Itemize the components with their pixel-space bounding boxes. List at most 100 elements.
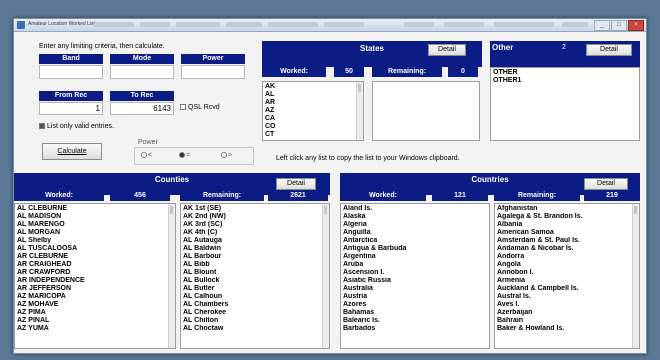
list-item[interactable]: Anguilla (343, 229, 487, 237)
calculate-button[interactable]: Calculate (42, 143, 102, 160)
states-remaining-list[interactable] (372, 81, 480, 141)
list-item[interactable]: Bahrain (497, 317, 637, 325)
list-item[interactable]: AL MORGAN (17, 229, 173, 237)
power-field[interactable] (181, 65, 245, 79)
list-item[interactable]: AL Blount (183, 269, 327, 277)
to-rec-field[interactable]: 6143 (110, 102, 174, 115)
list-item[interactable]: AZ MOHAVE (17, 301, 173, 309)
other-list[interactable]: OTHER OTHER1 (490, 67, 640, 141)
list-item[interactable]: AL Choctaw (183, 325, 327, 333)
list-item[interactable]: OTHER (493, 69, 637, 77)
scrollbar[interactable] (356, 82, 363, 140)
list-item[interactable]: AR INDEPENDENCE (17, 277, 173, 285)
scrollbar[interactable] (632, 204, 639, 348)
list-item[interactable]: AZ MARICOPA (17, 293, 173, 301)
list-item[interactable]: CA (265, 115, 361, 123)
list-item[interactable]: AL Bibb (183, 261, 327, 269)
list-item[interactable]: Baker & Howland Is. (497, 325, 637, 333)
countries-remaining-list[interactable]: Afghanistan Agalega & St. Brandon Is. Al… (494, 203, 640, 349)
list-item[interactable]: Austria (343, 293, 487, 301)
list-item[interactable]: Annobon I. (497, 269, 637, 277)
close-button[interactable]: × (628, 20, 644, 31)
list-item[interactable]: OTHER1 (493, 77, 637, 85)
qsl-rcvd-checkbox[interactable]: QSL Rcvd (180, 104, 220, 111)
list-item[interactable]: Agalega & St. Brandon Is. (497, 213, 637, 221)
list-item[interactable]: Austral Is. (497, 293, 637, 301)
minimize-button[interactable]: _ (594, 20, 610, 31)
list-item[interactable]: Auckland & Campbell Is. (497, 285, 637, 293)
list-item[interactable]: Antigua & Barbuda (343, 245, 487, 253)
list-item[interactable]: AR CRAIGHEAD (17, 261, 173, 269)
list-item[interactable]: AZ YUMA (17, 325, 173, 333)
countries-worked-list[interactable]: Aland Is. Alaska Algeria Anguilla Antarc… (340, 203, 490, 349)
list-item[interactable]: Alaska (343, 213, 487, 221)
list-item[interactable]: AK (265, 83, 361, 91)
counties-detail-button[interactable]: Detail (276, 178, 316, 190)
list-item[interactable]: AK 3rd (SC) (183, 221, 327, 229)
list-item[interactable]: Amsterdam & St. Paul Is. (497, 237, 637, 245)
list-item[interactable]: AZ PIMA (17, 309, 173, 317)
list-item[interactable]: AL Cherokee (183, 309, 327, 317)
list-item[interactable]: Azores (343, 301, 487, 309)
list-item[interactable]: Australia (343, 285, 487, 293)
band-field[interactable] (39, 65, 103, 79)
list-item[interactable]: AK 2nd (NW) (183, 213, 327, 221)
list-item[interactable]: Antarctica (343, 237, 487, 245)
list-item[interactable]: AL Autauga (183, 237, 327, 245)
list-item[interactable]: Andorra (497, 253, 637, 261)
states-detail-button[interactable]: Detail (428, 44, 466, 56)
power-lt-radio[interactable]: < (141, 152, 152, 159)
list-item[interactable]: AL Calhoun (183, 293, 327, 301)
list-item[interactable]: Afghanistan (497, 205, 637, 213)
list-item[interactable]: American Samoa (497, 229, 637, 237)
list-item[interactable]: AK 4th (C) (183, 229, 327, 237)
list-item[interactable]: Aves I. (497, 301, 637, 309)
list-item[interactable]: Barbados (343, 325, 487, 333)
counties-remaining-list[interactable]: AK 1st (SE) AK 2nd (NW) AK 3rd (SC) AK 4… (180, 203, 330, 349)
list-item[interactable]: Albania (497, 221, 637, 229)
power-gt-radio[interactable]: > (221, 152, 232, 159)
list-item[interactable]: Ascension I. (343, 269, 487, 277)
list-item[interactable]: Asiatic Russia (343, 277, 487, 285)
list-item[interactable]: AL Barbour (183, 253, 327, 261)
list-item[interactable]: AL CLEBURNE (17, 205, 173, 213)
list-item[interactable]: AL TUSCALOOSA (17, 245, 173, 253)
list-item[interactable]: AL Baldwin (183, 245, 327, 253)
list-item[interactable]: AR (265, 99, 361, 107)
list-item[interactable]: AL Bullock (183, 277, 327, 285)
maximize-button[interactable]: □ (611, 20, 627, 31)
mode-field[interactable] (110, 65, 174, 79)
list-item[interactable]: AL Chambers (183, 301, 327, 309)
list-item[interactable]: Andaman & Nicobar Is. (497, 245, 637, 253)
from-rec-field[interactable]: 1 (39, 102, 103, 115)
list-item[interactable]: Angola (497, 261, 637, 269)
power-eq-radio[interactable]: = (179, 152, 190, 159)
list-item[interactable]: AK 1st (SE) (183, 205, 327, 213)
list-item[interactable]: AL Shelby (17, 237, 173, 245)
list-item[interactable]: AR CLEBURNE (17, 253, 173, 261)
list-item[interactable]: AL Butler (183, 285, 327, 293)
list-item[interactable]: AZ (265, 107, 361, 115)
counties-worked-list[interactable]: AL CLEBURNE AL MADISON AL MARENGO AL MOR… (14, 203, 176, 349)
scrollbar[interactable] (168, 204, 175, 348)
list-item[interactable]: AR CRAWFORD (17, 269, 173, 277)
valid-only-checkbox[interactable]: List only valid entries. (39, 123, 114, 130)
list-item[interactable]: Balearic Is. (343, 317, 487, 325)
list-item[interactable]: AL (265, 91, 361, 99)
countries-detail-button[interactable]: Detail (584, 178, 628, 190)
states-worked-list[interactable]: AK AL AR AZ CA CO CT (262, 81, 364, 141)
list-item[interactable]: AL Chilton (183, 317, 327, 325)
list-item[interactable]: CT (265, 131, 361, 139)
list-item[interactable]: AR JEFFERSON (17, 285, 173, 293)
list-item[interactable]: Argentina (343, 253, 487, 261)
list-item[interactable]: Aruba (343, 261, 487, 269)
list-item[interactable]: Armenia (497, 277, 637, 285)
scrollbar[interactable] (322, 204, 329, 348)
list-item[interactable]: Aland Is. (343, 205, 487, 213)
list-item[interactable]: AL MARENGO (17, 221, 173, 229)
list-item[interactable]: Algeria (343, 221, 487, 229)
list-item[interactable]: CO (265, 123, 361, 131)
list-item[interactable]: Bahamas (343, 309, 487, 317)
list-item[interactable]: AL MADISON (17, 213, 173, 221)
list-item[interactable]: Azerbaijan (497, 309, 637, 317)
